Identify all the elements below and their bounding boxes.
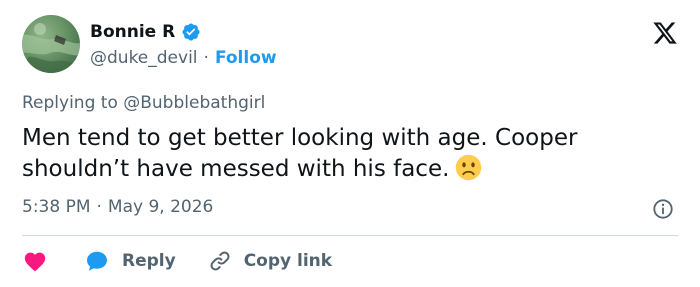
replying-to-prefix: Replying to bbox=[22, 93, 118, 113]
author-name-row: Bonnie R bbox=[90, 20, 201, 44]
copy-link-button[interactable]: Copy link bbox=[208, 249, 332, 273]
follow-button[interactable]: Follow bbox=[215, 48, 277, 68]
author-display-name[interactable]: Bonnie R bbox=[90, 22, 175, 42]
reply-bubble-icon bbox=[87, 251, 107, 271]
tweet-meta: 5:38 PM · May 9, 2026 bbox=[22, 197, 213, 217]
handle-separator: · bbox=[203, 48, 209, 68]
heart-icon bbox=[24, 252, 46, 272]
info-icon[interactable] bbox=[652, 198, 674, 220]
tweet-text: Men tend to get better looking with age.… bbox=[22, 123, 672, 185]
avatar-image bbox=[22, 23, 80, 73]
replying-to-handle[interactable]: @Bubblebathgirl bbox=[123, 93, 265, 113]
tweet-date[interactable]: May 9, 2026 bbox=[108, 197, 213, 217]
x-logo-icon[interactable] bbox=[652, 20, 678, 46]
reply-label: Reply bbox=[122, 251, 176, 271]
like-button[interactable] bbox=[22, 248, 48, 274]
verified-badge-icon bbox=[181, 22, 201, 42]
tweet-body: Men tend to get better looking with age.… bbox=[22, 125, 578, 182]
avatar[interactable] bbox=[22, 15, 80, 73]
reply-button[interactable]: Reply bbox=[84, 248, 176, 274]
link-icon bbox=[210, 251, 230, 271]
tweet-time[interactable]: 5:38 PM bbox=[22, 197, 91, 217]
action-bar: Reply Copy link bbox=[22, 247, 332, 275]
author-handle-row: @duke_devil · Follow bbox=[90, 48, 277, 68]
meta-separator: · bbox=[96, 197, 102, 217]
copy-link-label: Copy link bbox=[243, 251, 333, 271]
replying-to-line: Replying to @Bubblebathgirl bbox=[22, 93, 265, 113]
divider bbox=[22, 235, 678, 236]
slightly-frowning-face-icon bbox=[455, 154, 482, 181]
author-handle[interactable]: @duke_devil bbox=[90, 48, 198, 68]
